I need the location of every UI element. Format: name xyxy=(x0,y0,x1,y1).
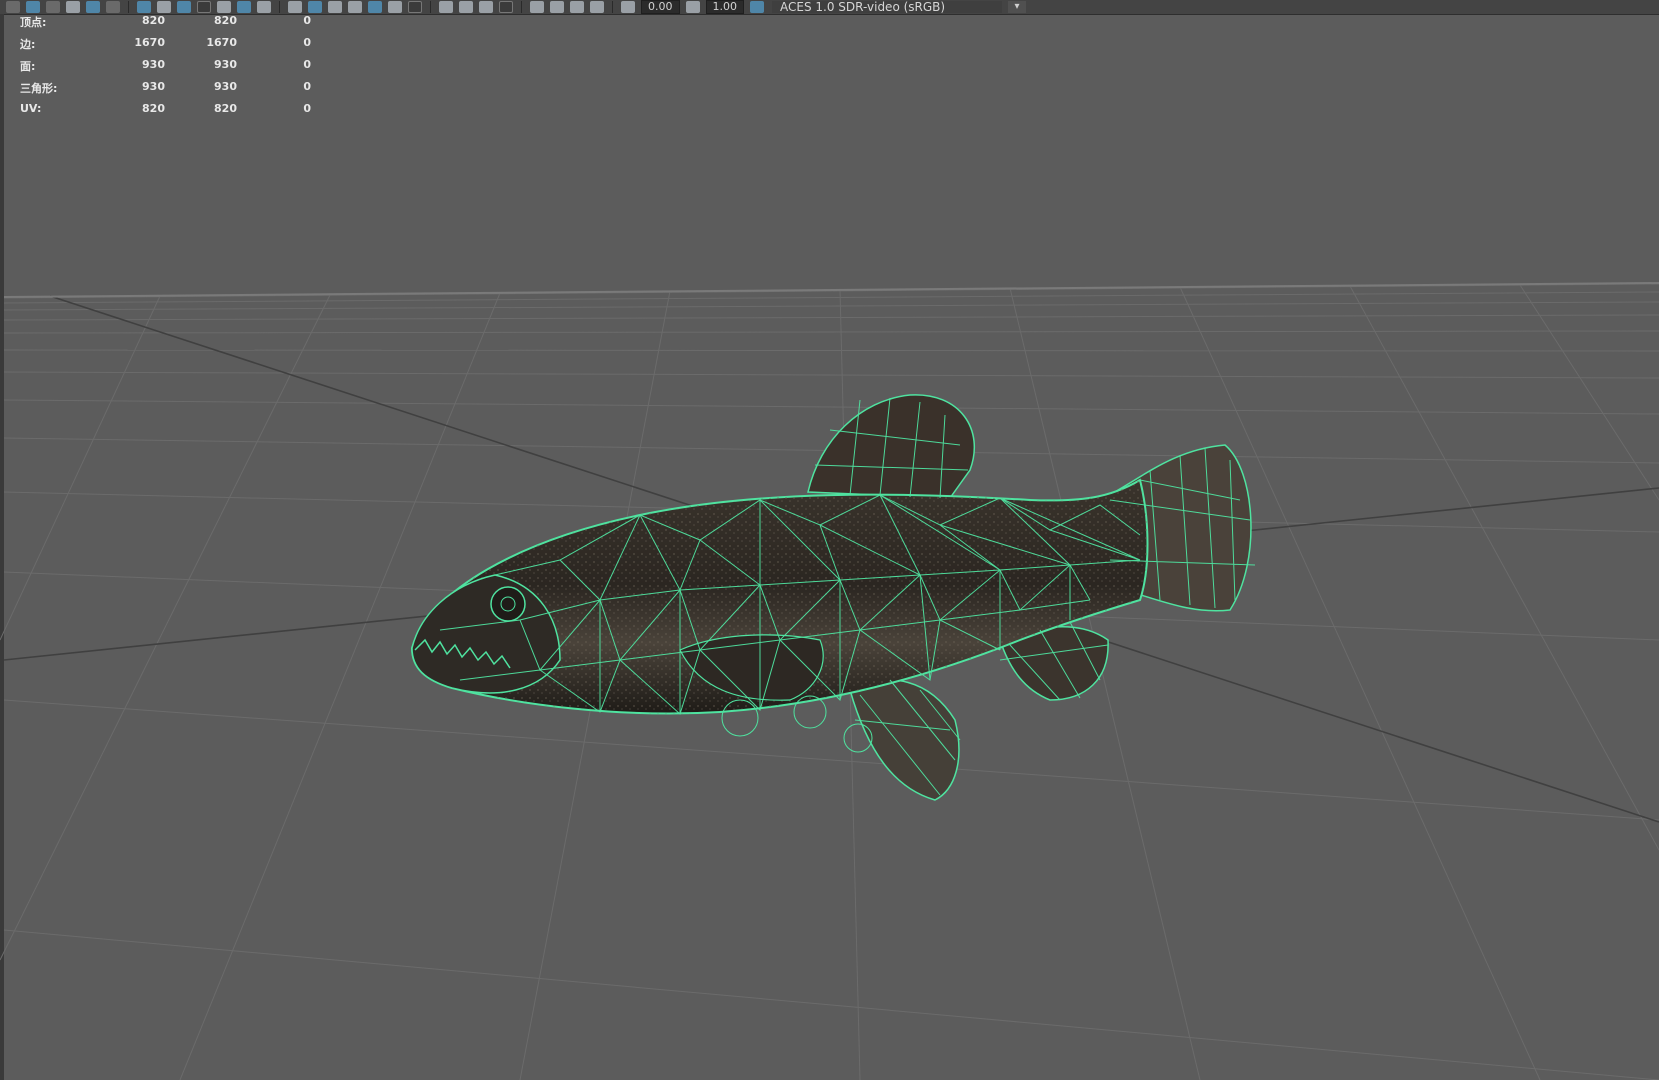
viewport-scene[interactable] xyxy=(0,0,1659,1080)
dorsal-fin xyxy=(807,394,975,499)
hud-label: 顶点: xyxy=(20,16,47,29)
hud-label: UV: xyxy=(20,102,42,115)
poly-count-hud: 顶点: 820 820 0 边: 1670 1670 0 面: 930 930 … xyxy=(20,14,311,124)
hud-value: 930 xyxy=(142,58,165,71)
hud-row-vertices: 顶点: 820 820 0 xyxy=(20,14,311,36)
maya-viewport-window: 0.00 1.00 ACES 1.0 SDR-video (sRGB) ▾ 顶点… xyxy=(0,0,1659,1080)
hud-value: 0 xyxy=(303,36,311,49)
hud-value: 820 xyxy=(214,102,237,115)
hud-value: 1670 xyxy=(206,36,237,49)
hud-label: 边: xyxy=(20,38,36,51)
hud-row-faces: 面: 930 930 0 xyxy=(20,58,311,80)
hud-label: 三角形: xyxy=(20,82,58,95)
hud-row-uvs: UV: 820 820 0 xyxy=(20,102,311,124)
hud-row-triangles: 三角形: 930 930 0 xyxy=(20,80,311,102)
hud-value: 930 xyxy=(142,80,165,93)
hud-value: 0 xyxy=(303,14,311,27)
hud-value: 820 xyxy=(214,14,237,27)
hud-value: 820 xyxy=(142,14,165,27)
hud-value: 0 xyxy=(303,58,311,71)
hud-value: 930 xyxy=(214,80,237,93)
hud-value: 0 xyxy=(303,102,311,115)
hud-value: 820 xyxy=(142,102,165,115)
hud-value: 1670 xyxy=(134,36,165,49)
hud-label: 面: xyxy=(20,60,36,73)
hud-value: 0 xyxy=(303,80,311,93)
fish-eye xyxy=(490,586,526,622)
hud-value: 930 xyxy=(214,58,237,71)
hud-row-edges: 边: 1670 1670 0 xyxy=(20,36,311,58)
horizon-band xyxy=(3,282,1659,298)
